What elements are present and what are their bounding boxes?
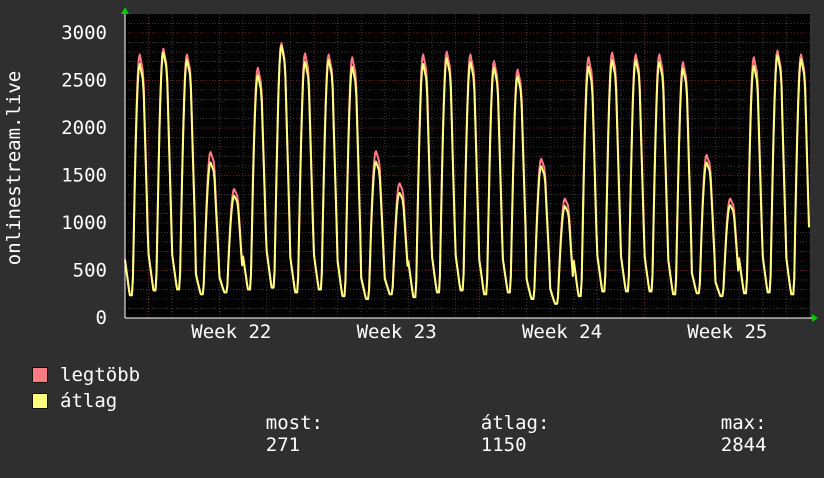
- y-axis-arrow-icon: [121, 7, 129, 14]
- stat-max: max: 2844: [675, 390, 767, 478]
- stat-average-label: átlag:: [480, 412, 550, 434]
- legend-label-max: legtöbb: [60, 364, 141, 386]
- x-tick-label: Week 25: [687, 321, 767, 343]
- x-tick-label: Week 23: [357, 321, 437, 343]
- y-tick-label: 1500: [61, 165, 107, 187]
- stat-current: most: 271: [220, 390, 323, 478]
- y-tick-label: 0: [96, 307, 107, 329]
- x-tick-label: Week 24: [522, 321, 602, 343]
- y-tick-label: 2000: [61, 117, 107, 139]
- x-tick-labels: Week 22 Week 23 Week 24 Week 25: [191, 321, 767, 343]
- stat-current-label: most:: [265, 412, 323, 434]
- chart-root: 0 500 1000 1500 2000 2500 3000 Week 22 Week 23 W…: [0, 0, 824, 456]
- stat-average-value: 1150: [480, 434, 527, 456]
- legend-label-avg: átlag: [60, 390, 118, 412]
- legend-item-avg: átlag: [32, 390, 117, 412]
- y-axis-label: onlinestream.live: [3, 71, 25, 265]
- stat-max-label: max:: [720, 412, 767, 434]
- y-tick-label: 2500: [61, 70, 107, 92]
- line-chart: 050010001500200025003000 Week 22 Week 23 W…: [3, 7, 818, 343]
- stat-current-value: 271: [265, 434, 301, 456]
- y-tick-label: 500: [73, 260, 107, 282]
- x-tick-label: Week 22: [191, 321, 271, 343]
- stat-average: átlag: 1150: [435, 390, 550, 478]
- y-tick-label: 3000: [61, 22, 107, 44]
- legend-swatch-max: [32, 367, 48, 383]
- legend-swatch-avg: [32, 393, 48, 409]
- x-axis-arrow-icon: [812, 314, 818, 322]
- legend-item-max: legtöbb: [32, 364, 140, 386]
- y-tick-labels: 0 500 1000 1500 2000 2500 3000: [61, 22, 107, 329]
- stat-max-value: 2844: [720, 434, 767, 456]
- y-tick-label: 1000: [61, 212, 107, 234]
